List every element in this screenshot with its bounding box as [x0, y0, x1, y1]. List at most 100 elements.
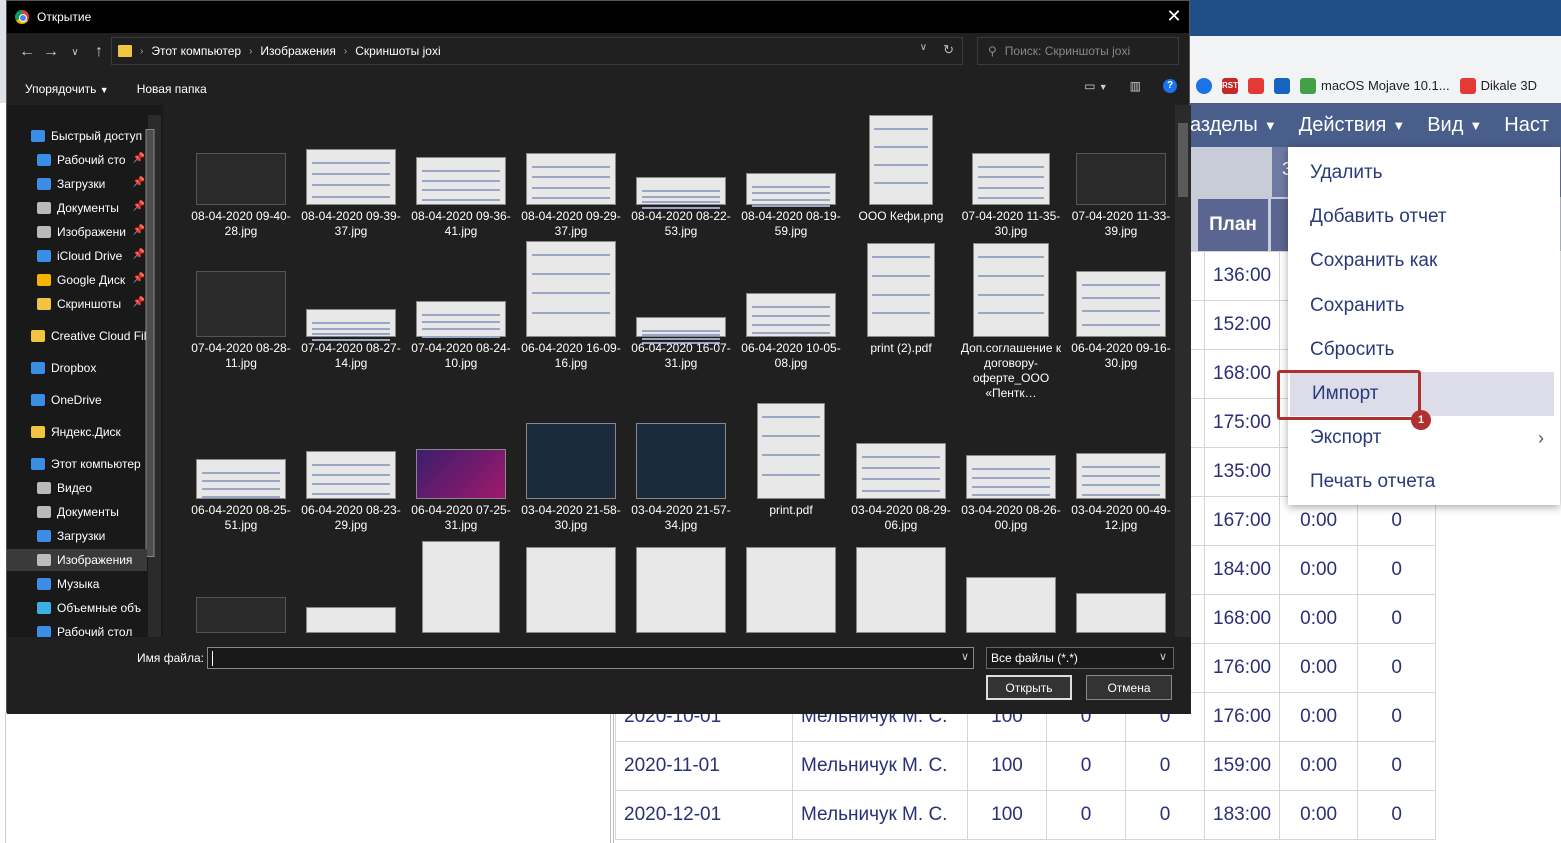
context-menu-item[interactable]: Печать отчета: [1288, 460, 1560, 504]
nav-item[interactable]: Документы 📌: [7, 197, 147, 219]
nav-item[interactable]: Яндекс.Диск: [7, 421, 147, 443]
nav-item[interactable]: Загрузки 📌: [7, 173, 147, 195]
preview-pane-icon[interactable]: ▥: [1130, 79, 1141, 93]
file-item[interactable]: Доп.соглашение к договору-оферте_ООО «Пе…: [957, 237, 1065, 400]
nav-item[interactable]: OneDrive: [7, 389, 147, 411]
filename-input[interactable]: ∨: [207, 647, 974, 669]
file-item[interactable]: ООО Кефи.png: [847, 105, 955, 235]
file-item[interactable]: print (2).pdf: [847, 237, 955, 367]
file-item[interactable]: 07-04-2020 11-35-30.jpg: [957, 105, 1065, 238]
file-thumbnail[interactable]: [856, 547, 946, 633]
file-thumbnail: [196, 271, 286, 337]
file-thumbnail[interactable]: [966, 577, 1056, 633]
file-item[interactable]: 03-04-2020 08-26-00.jpg: [957, 399, 1065, 532]
file-item[interactable]: 07-04-2020 11-33-39.jpg: [1067, 105, 1175, 238]
file-thumbnail[interactable]: [196, 597, 286, 633]
file-thumbnail[interactable]: [746, 547, 836, 633]
scroll-thumb[interactable]: [1178, 123, 1188, 197]
menu-settings[interactable]: Наст: [1504, 114, 1549, 137]
breadcrumb-screenshots[interactable]: Скриншоты joxi: [355, 44, 440, 58]
back-arrow-icon[interactable]: ←: [15, 43, 39, 61]
bookmark-macos[interactable]: macOS Mojave 10.1...: [1300, 77, 1450, 94]
nav-item[interactable]: Скриншоты 📌: [7, 293, 147, 315]
nav-item[interactable]: Creative Cloud Fil: [7, 325, 147, 347]
globe-icon[interactable]: [1196, 77, 1212, 94]
chevron-down-icon[interactable]: ∨: [920, 42, 927, 58]
context-menu-item[interactable]: Сохранить как: [1288, 239, 1560, 283]
nav-scrollbar[interactable]: [145, 115, 161, 637]
file-item[interactable]: 03-04-2020 21-58-30.jpg: [517, 399, 625, 532]
file-item[interactable]: 06-04-2020 10-05-08.jpg: [737, 237, 845, 370]
open-button[interactable]: Открыть: [986, 675, 1072, 700]
file-item[interactable]: 03-04-2020 00-49-12.jpg: [1067, 399, 1175, 532]
car-icon[interactable]: [1248, 77, 1264, 94]
file-item[interactable]: 06-04-2020 16-09-16.jpg: [517, 237, 625, 370]
nav-item[interactable]: Изображени 📌: [7, 221, 147, 243]
file-item[interactable]: 06-04-2020 08-23-29.jpg: [297, 399, 405, 532]
view-options-icon[interactable]: ▭ ▼: [1084, 79, 1108, 93]
file-item[interactable]: 06-04-2020 07-25-31.jpg: [407, 399, 515, 532]
nav-item[interactable]: Google Диск 📌: [7, 269, 147, 291]
context-menu-item[interactable]: Сбросить: [1288, 328, 1560, 372]
file-item[interactable]: 06-04-2020 09-16-30.jpg: [1067, 237, 1175, 370]
help-icon[interactable]: ?: [1163, 79, 1177, 93]
nav-item[interactable]: Загрузки: [7, 525, 147, 547]
file-thumbnail[interactable]: [636, 547, 726, 633]
up-arrow-icon[interactable]: ↑: [87, 43, 111, 61]
chevron-down-icon[interactable]: ∨: [961, 650, 969, 663]
file-item[interactable]: 08-04-2020 08-22-53.jpg: [627, 105, 735, 238]
menu-actions[interactable]: Действия ▼: [1299, 114, 1406, 137]
nav-item[interactable]: Музыка: [7, 573, 147, 595]
cancel-button[interactable]: Отмена: [1086, 675, 1172, 700]
context-menu-item[interactable]: Сохранить: [1288, 284, 1560, 328]
nav-item[interactable]: Рабочий сто 📌: [7, 149, 147, 171]
file-grid-scrollbar[interactable]: [1175, 105, 1191, 637]
close-icon[interactable]: ✕: [1159, 1, 1189, 31]
file-item[interactable]: 03-04-2020 21-57-34.jpg: [627, 399, 735, 532]
new-folder-button[interactable]: Новая папка: [137, 82, 207, 96]
computer-icon: [31, 458, 45, 470]
breadcrumb-this-pc[interactable]: Этот компьютер: [151, 44, 241, 58]
file-item[interactable]: 07-04-2020 08-27-14.jpg: [297, 237, 405, 370]
file-item[interactable]: 08-04-2020 09-36-41.jpg: [407, 105, 515, 238]
file-item[interactable]: 08-04-2020 09-39-37.jpg: [297, 105, 405, 238]
nav-item[interactable]: Этот компьютер: [7, 453, 147, 475]
refresh-icon[interactable]: ↻: [943, 42, 954, 58]
file-item[interactable]: 07-04-2020 08-24-10.jpg: [407, 237, 515, 370]
file-thumbnail: [869, 115, 933, 205]
nav-item[interactable]: Документы: [7, 501, 147, 523]
file-item[interactable]: 06-04-2020 08-25-51.jpg: [187, 399, 295, 532]
file-thumbnail[interactable]: [422, 541, 500, 633]
recent-chevron-icon[interactable]: ∨: [63, 47, 87, 58]
nav-item[interactable]: iCloud Drive 📌: [7, 245, 147, 267]
nav-item[interactable]: Объемные объ: [7, 597, 147, 619]
forward-arrow-icon[interactable]: →: [39, 43, 63, 61]
file-item[interactable]: 03-04-2020 08-29-06.jpg: [847, 399, 955, 532]
filetype-select[interactable]: Все файлы (*.*) ∨: [986, 647, 1174, 669]
nav-item[interactable]: Изображения: [7, 549, 147, 571]
file-item[interactable]: 06-04-2020 16-07-31.jpg: [627, 237, 735, 370]
file-thumbnail[interactable]: [1076, 593, 1166, 633]
context-menu-item[interactable]: Удалить: [1288, 151, 1560, 195]
nav-item[interactable]: Видео: [7, 477, 147, 499]
menu-view[interactable]: Вид ▼: [1427, 114, 1482, 137]
building-icon[interactable]: [1274, 77, 1290, 94]
organize-button[interactable]: Упорядочить ▼: [25, 82, 109, 96]
context-menu-item[interactable]: Добавить отчет: [1288, 195, 1560, 239]
rst-icon[interactable]: RST: [1222, 77, 1238, 94]
breadcrumb-pictures[interactable]: Изображения: [260, 44, 335, 58]
file-thumbnail[interactable]: [306, 607, 396, 633]
file-item[interactable]: 07-04-2020 08-28-11.jpg: [187, 237, 295, 370]
nav-item[interactable]: Быстрый доступ: [7, 125, 147, 147]
address-bar[interactable]: › Этот компьютер › Изображения › Скриншо…: [111, 37, 963, 65]
file-item[interactable]: 08-04-2020 08-19-59.jpg: [737, 105, 845, 238]
bookmark-dikale[interactable]: Dikale 3D: [1459, 77, 1537, 94]
file-item[interactable]: print.pdf: [737, 399, 845, 529]
file-thumbnail[interactable]: [526, 547, 616, 633]
file-item[interactable]: 08-04-2020 09-29-37.jpg: [517, 105, 625, 238]
chevron-down-icon: ∨: [1158, 651, 1167, 663]
search-input[interactable]: ⚲ Поиск: Скриншоты joxi: [977, 37, 1179, 65]
menu-sections[interactable]: азделы ▼: [1190, 114, 1277, 137]
file-item[interactable]: 08-04-2020 09-40-28.jpg: [187, 105, 295, 238]
nav-item[interactable]: Dropbox: [7, 357, 147, 379]
